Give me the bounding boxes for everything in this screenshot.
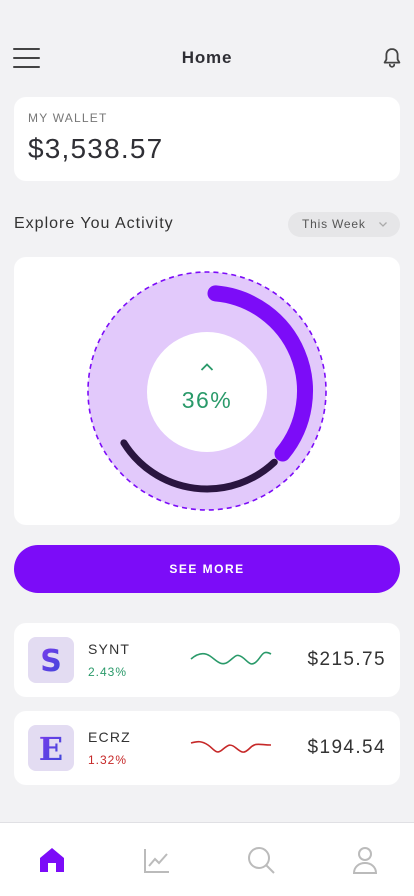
page-title: Home (181, 48, 233, 67)
asset-change: 2.43% (88, 665, 128, 679)
home-icon[interactable] (37, 845, 67, 875)
activity-percent: 36% (181, 387, 233, 413)
asset-ticker: ECRZ (88, 729, 131, 745)
sparkline-icon (190, 740, 272, 753)
sparkline-icon (190, 651, 272, 665)
svg-text:E: E (39, 730, 63, 768)
activity-card: 36% (14, 257, 400, 525)
asset-row-synt[interactable]: S SYNT 2.43% $215.75 (14, 623, 400, 697)
bottom-tab-bar (0, 822, 414, 896)
svg-text:S: S (40, 644, 62, 679)
asset-change: 1.32% (88, 753, 128, 767)
synt-logo: S (28, 637, 74, 683)
app-header: Home (0, 0, 414, 96)
ecrz-logo: E (28, 725, 74, 771)
profile-icon[interactable] (350, 845, 380, 875)
asset-row-ecrz[interactable]: E ECRZ 1.32% $194.54 (14, 711, 400, 785)
wallet-card: MY WALLET $3,538.57 (14, 97, 400, 181)
asset-price: $194.54 (307, 737, 386, 758)
asset-price: $215.75 (307, 649, 386, 670)
asset-ticker: SYNT (88, 641, 131, 657)
chevron-up-icon (200, 363, 214, 371)
search-icon[interactable] (246, 845, 276, 875)
activity-center: 36% (147, 332, 267, 452)
chevron-down-icon (379, 222, 387, 227)
period-dropdown[interactable]: This Week (288, 212, 400, 237)
activity-heading: Explore You Activity (14, 215, 174, 232)
see-more-button[interactable]: SEE MORE (14, 545, 400, 593)
period-dropdown-value: This Week (302, 217, 366, 231)
chart-icon[interactable] (142, 845, 172, 875)
wallet-balance: $3,538.57 (28, 133, 164, 164)
bell-icon[interactable] (380, 46, 404, 70)
wallet-label: MY WALLET (28, 111, 108, 125)
